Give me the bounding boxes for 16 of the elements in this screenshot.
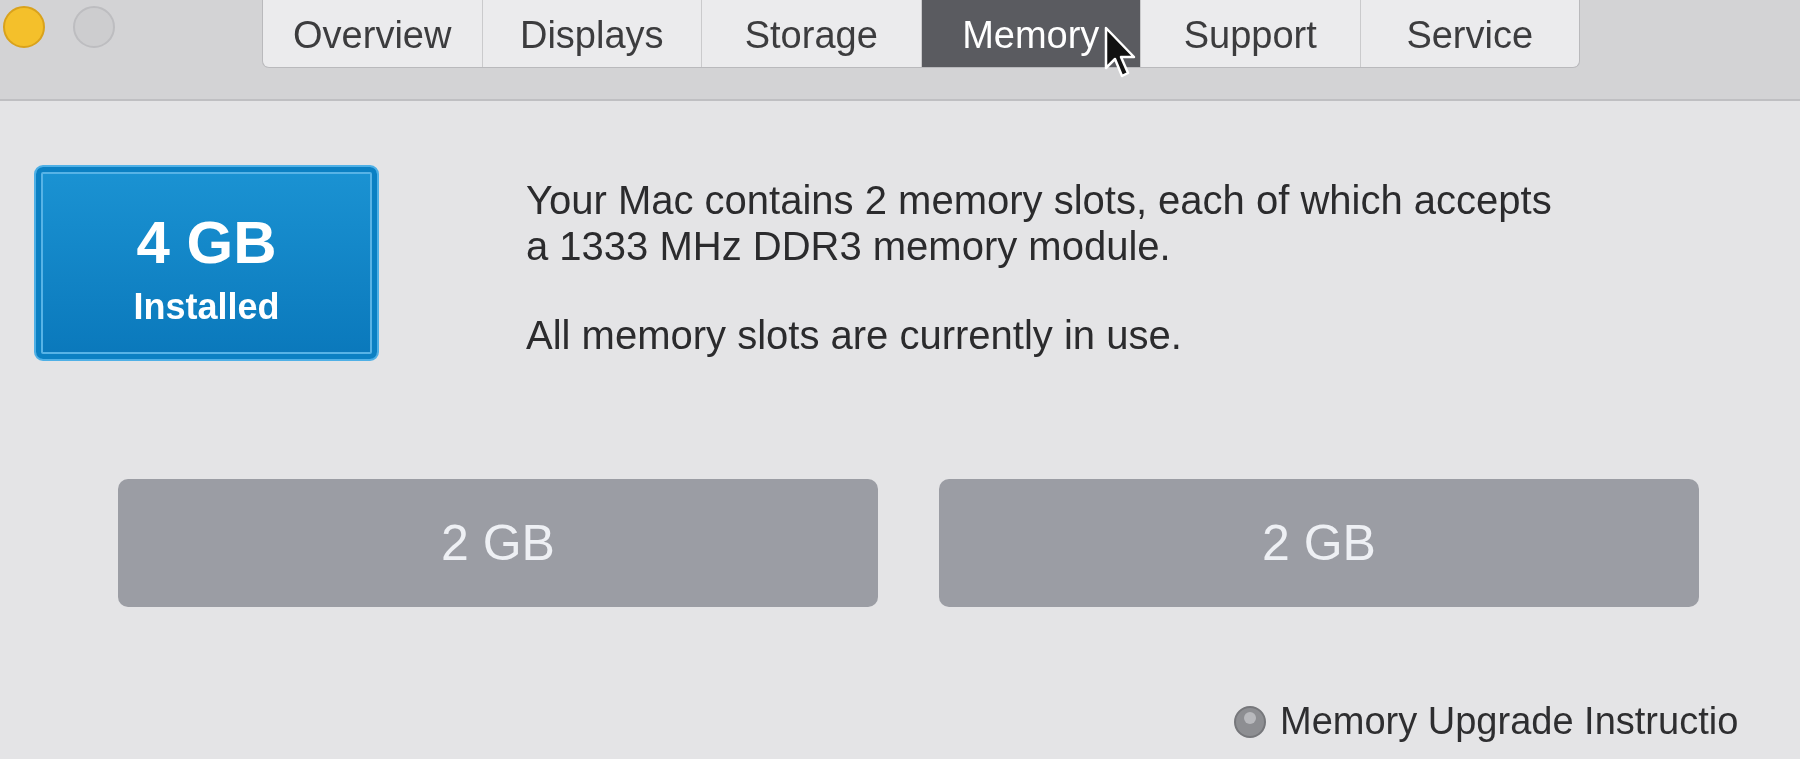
disc-icon xyxy=(1234,705,1266,738)
minimize-window-button[interactable] xyxy=(3,6,45,48)
memory-slot: 2 GB xyxy=(118,479,878,607)
mouse-pointer-icon xyxy=(1104,26,1136,80)
upgrade-instructions-link[interactable]: Memory Upgrade Instructio xyxy=(1234,701,1739,743)
memory-description: All memory slots are currently in use. xyxy=(526,312,1183,358)
memory-caption: Installed xyxy=(133,289,280,325)
memory-amount: 4 GB xyxy=(136,213,277,273)
memory-description: Your Mac contains 2 memory slots, each of which accepts a 1333 MHz DDR3 memory module. xyxy=(526,177,1553,269)
tab[interactable]: Overview xyxy=(263,0,482,67)
tab[interactable]: Memory xyxy=(920,0,1140,67)
tab[interactable]: Storage xyxy=(701,0,921,67)
tab[interactable]: Service xyxy=(1359,0,1579,67)
tab[interactable]: Displays xyxy=(481,0,701,67)
memory-slot: 2 GB xyxy=(939,479,1699,607)
tab[interactable]: Support xyxy=(1140,0,1360,67)
